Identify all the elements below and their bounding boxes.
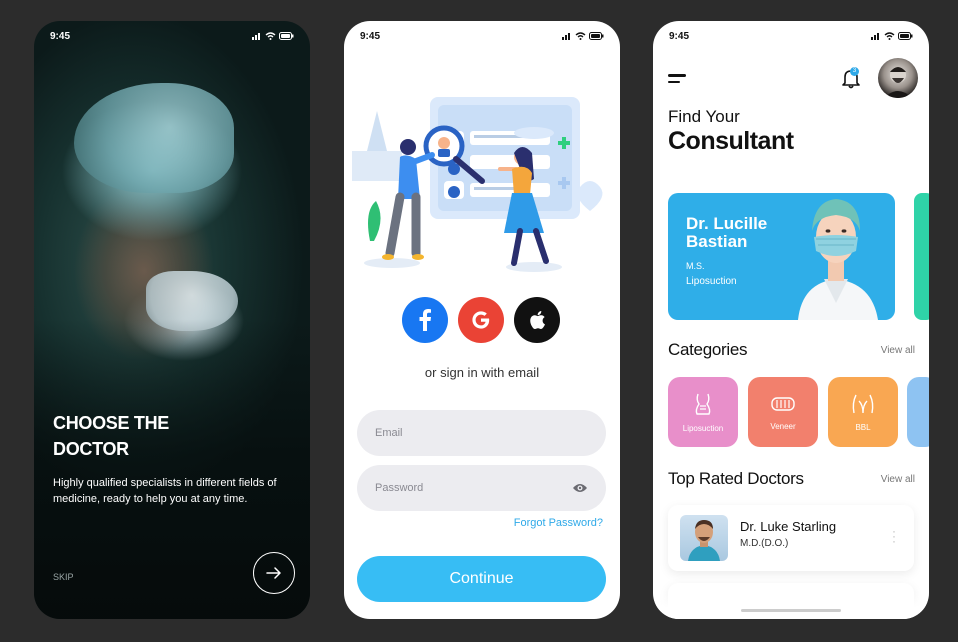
skip-button[interactable]: SKIP [53,572,74,582]
wifi-icon [884,32,895,40]
status-bar: 9:45 [344,21,620,51]
avatar[interactable] [878,58,918,98]
menu-icon[interactable] [668,74,686,86]
battery-icon [898,32,913,40]
home-indicator [741,609,841,612]
category-label: BBL [855,422,871,432]
featured-doctor-degree: M.S. [686,261,705,271]
next-button[interactable] [253,552,295,594]
status-time: 9:45 [669,30,690,42]
onboarding-description: Highly qualified specialists in differen… [53,477,277,505]
notification-badge: 3 [850,67,859,76]
top-rated-view-all-link[interactable]: View all [881,474,915,485]
status-icons [562,32,604,40]
forgot-password-link[interactable]: Forgot Password? [514,517,603,529]
surgical-cap-image [74,83,234,193]
signal-icon [871,33,879,40]
google-login-button[interactable] [458,297,504,343]
or-sign-in-text: or sign in with email [424,365,540,380]
status-bar: 9:45 [653,21,929,51]
eye-icon[interactable] [572,483,588,493]
body-icon [695,393,711,415]
battery-icon [279,32,294,40]
continue-button[interactable]: Continue [357,556,606,602]
email-placeholder: Email [375,427,403,439]
category-veneer[interactable]: Veneer [748,377,818,447]
more-options-icon[interactable]: · · · [892,525,896,547]
top-doctor-degree: M.D.(D.O.) [740,538,789,549]
home-screen: 9:45 3 Find Your Consultant Dr. Lucille … [653,21,929,619]
consultant-heading: Consultant [668,127,794,155]
apple-icon [530,311,545,329]
hips-icon [852,394,874,413]
top-doctor-card[interactable]: Dr. Luke Starling M.D.(D.O.) · · · [668,505,914,571]
categories-view-all-link[interactable]: View all [881,345,915,356]
category-partial[interactable] [907,377,929,447]
teeth-icon [771,396,795,411]
password-field[interactable]: Password [357,465,606,511]
find-your-heading: Find Your [668,107,740,126]
arrow-right-icon [266,567,281,579]
doctor-thumbnail [680,515,728,561]
facebook-login-button[interactable] [402,297,448,343]
doctor-portrait [798,199,878,320]
status-time: 9:45 [50,30,71,42]
featured-doctor-name: Dr. Lucille Bastian [686,214,768,251]
category-label: Liposuction [682,423,724,433]
status-icons [252,32,294,40]
google-icon [472,311,490,329]
wifi-icon [575,32,586,40]
doctor-search-illustration [352,97,603,272]
onboarding-screen: 9:45 CHOOSE THE DOCTOR Highly qualified … [34,21,310,619]
battery-icon [589,32,604,40]
signal-icon [252,33,260,40]
password-placeholder: Password [375,482,424,494]
next-doctor-card[interactable] [914,193,929,320]
apple-login-button[interactable] [514,297,560,343]
featured-doctor-specialty: Liposuction [686,276,737,287]
wifi-icon [265,32,276,40]
top-doctor-name: Dr. Luke Starling [740,519,837,534]
status-bar: 9:45 [34,21,310,51]
login-screen: 9:45 or sign in with email Email Passwor… [344,21,620,619]
featured-doctor-card[interactable]: Dr. Lucille Bastian M.S. Liposuction [668,193,895,320]
email-field[interactable]: Email [357,410,606,456]
signal-icon [562,33,570,40]
status-time: 9:45 [360,30,381,42]
categories-title: Categories [668,340,748,359]
status-icons [871,32,913,40]
category-bbl[interactable]: BBL [828,377,898,447]
category-liposuction[interactable]: Liposuction [668,377,738,447]
top-rated-title: Top Rated Doctors [668,469,804,488]
facebook-icon [419,309,431,331]
category-label: Veneer [770,421,796,431]
onboarding-title: CHOOSE THE DOCTOR [53,413,170,459]
